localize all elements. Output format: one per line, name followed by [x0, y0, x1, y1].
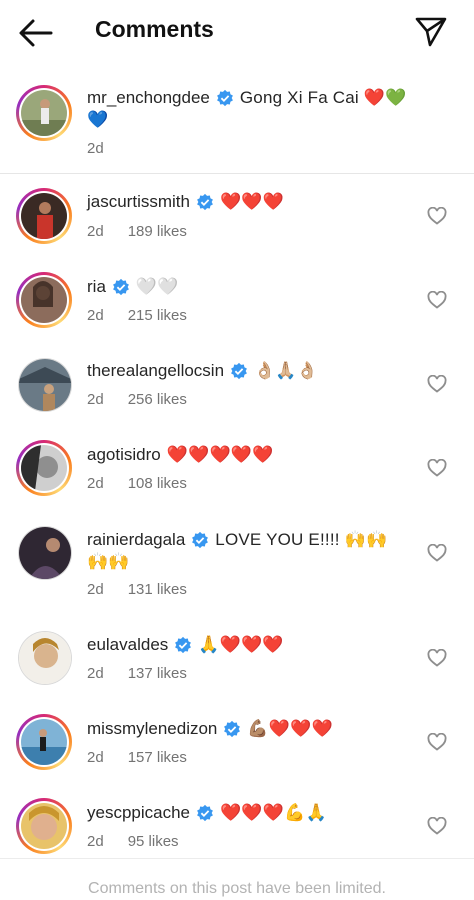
like-heart-icon[interactable] — [427, 817, 447, 835]
comment-likes[interactable]: 157 likes — [128, 749, 187, 766]
comments-limited-notice: Comments on this post have been limited. — [88, 880, 386, 897]
share-send-icon[interactable] — [414, 16, 448, 48]
comment-username[interactable]: therealangellocsin — [87, 361, 224, 381]
post-caption: mr_enchongdee Gong Xi Fa Cai ❤️💚 💙 2d — [0, 76, 474, 172]
verified-badge-icon — [216, 89, 233, 107]
comment-text: 🤍🤍 — [135, 277, 179, 296]
back-arrow-icon[interactable] — [18, 16, 54, 50]
comment-text: 👌🏼🙏🏼👌🏼 — [254, 361, 319, 380]
comment-time: 2d — [87, 749, 104, 766]
comment-time: 2d — [87, 307, 104, 324]
comment-text: ❤️❤️❤️❤️❤️ — [166, 445, 274, 464]
like-heart-icon[interactable] — [427, 291, 447, 309]
avatar[interactable] — [16, 85, 72, 141]
avatar[interactable] — [16, 188, 72, 244]
comment-username[interactable]: ria — [87, 277, 106, 297]
comment-text-continued: 🙌🙌 — [87, 552, 130, 571]
avatar[interactable] — [16, 272, 72, 328]
comment-likes[interactable]: 215 likes — [128, 307, 187, 324]
comment-username[interactable]: rainierdagala — [87, 530, 185, 550]
comment-likes[interactable]: 108 likes — [128, 475, 187, 492]
caption-text-continued: 💙 — [87, 110, 109, 129]
comment-likes[interactable]: 95 likes — [128, 833, 179, 850]
comment-text: 🙏❤️❤️❤️ — [198, 635, 284, 654]
comment-text: ❤️❤️❤️💪🙏 — [220, 803, 327, 822]
verified-badge-icon — [175, 636, 192, 654]
like-heart-icon[interactable] — [427, 544, 447, 562]
avatar[interactable] — [16, 798, 72, 854]
like-heart-icon[interactable] — [427, 459, 447, 477]
caption-text: Gong Xi Fa Cai ❤️💚 — [239, 88, 407, 107]
verified-badge-icon — [231, 362, 247, 380]
page-title: Comments — [95, 16, 214, 42]
comment-text: 💪🏽❤️❤️❤️ — [247, 719, 333, 738]
comment-time: 2d — [87, 581, 104, 598]
avatar[interactable] — [18, 526, 72, 580]
header-bar: Comments — [0, 0, 474, 64]
like-heart-icon[interactable] — [427, 375, 447, 393]
verified-badge-icon — [197, 193, 213, 211]
caption-time: 2d — [87, 140, 104, 157]
comment-username[interactable]: yescppicache — [87, 803, 190, 823]
comment-text: ❤️❤️❤️ — [219, 192, 285, 211]
comment-likes[interactable]: 189 likes — [128, 223, 187, 240]
comment-likes[interactable]: 137 likes — [128, 665, 187, 682]
verified-badge-icon — [197, 804, 213, 822]
divider — [0, 173, 474, 174]
verified-badge-icon — [112, 278, 129, 296]
comment-text: LOVE YOU E!!!! 🙌🙌 — [215, 530, 388, 549]
verified-badge-icon — [192, 531, 209, 549]
comment-username[interactable]: missmylenedizon — [87, 719, 217, 739]
comment-time: 2d — [87, 223, 104, 240]
comment-likes[interactable]: 131 likes — [128, 581, 187, 598]
comment-username[interactable]: eulavaldes — [87, 635, 168, 655]
avatar[interactable] — [16, 440, 72, 496]
avatar[interactable] — [16, 714, 72, 770]
verified-badge-icon — [224, 720, 241, 738]
like-heart-icon[interactable] — [427, 207, 447, 225]
comment-username[interactable]: jascurtissmith — [87, 192, 190, 212]
comment-time: 2d — [87, 665, 104, 682]
avatar[interactable] — [18, 631, 72, 685]
like-heart-icon[interactable] — [427, 733, 447, 751]
comment-username[interactable]: agotisidro — [87, 445, 161, 465]
divider — [0, 858, 474, 859]
comment-time: 2d — [87, 833, 104, 850]
avatar[interactable] — [18, 358, 72, 412]
like-heart-icon[interactable] — [427, 649, 447, 667]
comment-time: 2d — [87, 475, 104, 492]
caption-username[interactable]: mr_enchongdee — [87, 88, 210, 108]
comment-likes[interactable]: 256 likes — [128, 391, 187, 408]
comment-time: 2d — [87, 391, 104, 408]
